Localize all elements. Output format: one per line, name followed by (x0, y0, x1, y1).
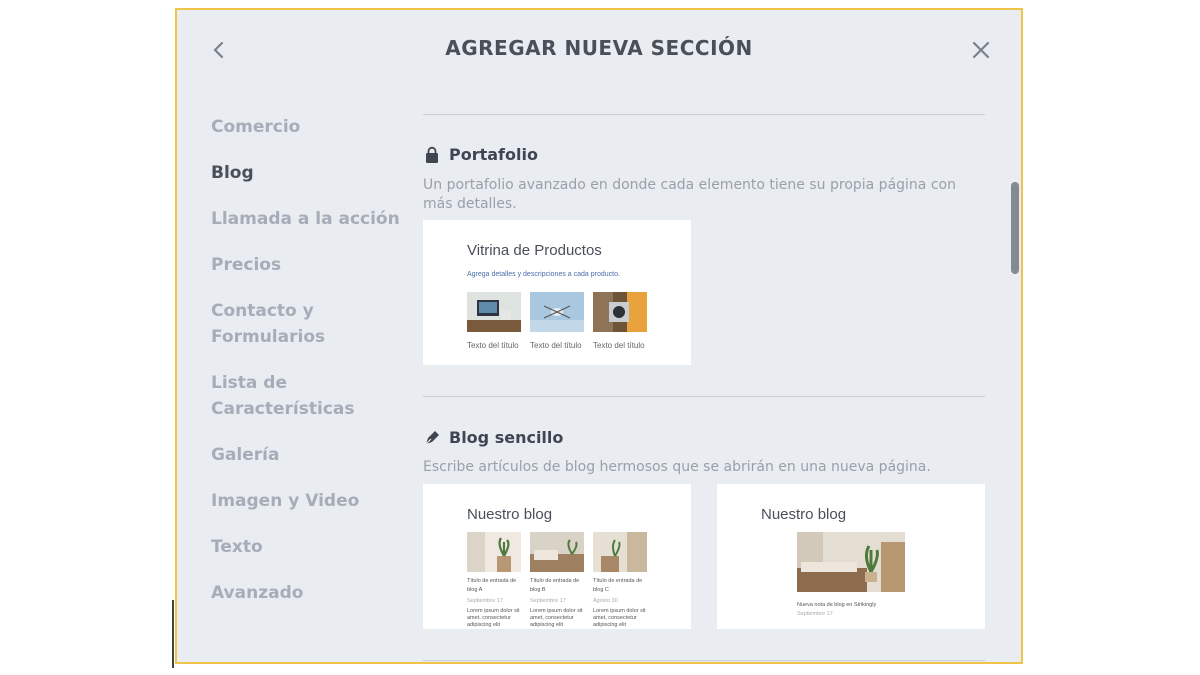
camera-image (593, 292, 647, 332)
sidebar-item-llamada-a-la-accion[interactable]: Llamada a la acción (211, 206, 401, 232)
tv-stand-image (467, 292, 521, 332)
sidebar-item-galeria[interactable]: Galería (211, 442, 401, 468)
portfolio-description: Un portafolio avanzado en donde cada ele… (423, 177, 956, 212)
page-edge-line (172, 600, 174, 668)
post-title-line: Título de entrada de (467, 578, 517, 584)
featured-date: Septiembre 17 (797, 611, 833, 617)
product-showcase-card[interactable]: Vitrina de Productos Agrega detalles y d… (423, 220, 691, 365)
post-excerpt: adipiscing elit (593, 622, 627, 628)
bedroom-image (530, 532, 584, 572)
post-excerpt: adipiscing elit (467, 622, 501, 628)
simple-blog-header: Blog sencillo (423, 428, 563, 447)
plant-room-image (467, 532, 521, 572)
divider (423, 660, 985, 661)
scrollbar-track[interactable] (1007, 106, 1021, 662)
post-title-line: blog A (467, 587, 483, 593)
interior-image (593, 532, 647, 572)
post-date: Septiembre 17 (530, 598, 566, 604)
card-title: Vitrina de Productos (467, 242, 602, 259)
post-date: Septiembre 17 (467, 598, 503, 604)
item-caption: Texto del título (593, 341, 645, 350)
sidebar-item-comercio[interactable]: Comercio (211, 114, 401, 140)
blog-layout-card-featured[interactable]: Nuestro blog Nueva nota de blog en Strik… (717, 484, 985, 629)
post-excerpt: adipiscing elit (530, 622, 564, 628)
item-caption: Texto del título (467, 341, 519, 350)
card-title: Nuestro blog (467, 506, 553, 523)
portfolio-title: Portafolio (449, 145, 538, 164)
divider (423, 114, 985, 115)
portfolio-header: Portafolio (423, 145, 538, 164)
post-title-line: blog C (593, 587, 609, 593)
sidebar-item-blog[interactable]: Blog (211, 160, 401, 186)
item-caption: Texto del título (530, 341, 582, 350)
lock-icon (423, 146, 441, 164)
post-title-line: Título de entrada de (530, 578, 580, 584)
sidebar-item-caracteristicas[interactable]: Lista de Características (211, 370, 371, 422)
blog-layout-card-grid[interactable]: Nuestro blog Título de entrada de blog A… (423, 484, 691, 629)
featured-bedroom-image (797, 532, 905, 592)
post-date: Agosto 30 (593, 598, 618, 604)
card-title: Nuestro blog (761, 506, 847, 523)
sidebar-item-precios[interactable]: Precios (211, 252, 401, 278)
sidebar-item-contacto[interactable]: Contacto y Formularios (211, 298, 331, 350)
simple-blog-description: Escribe artículos de blog hermosos que s… (423, 459, 931, 475)
section-list: Portafolio Un portafolio avanzado en don… (423, 10, 985, 662)
featured-caption: Nueva nota de blog en Strikingly (797, 602, 877, 608)
card-subtitle: Agrega detalles y descripciones a cada p… (467, 271, 620, 278)
simple-blog-title: Blog sencillo (449, 428, 564, 447)
sidebar-item-imagen-video[interactable]: Imagen y Video (211, 488, 401, 514)
add-section-modal: AGREGAR NUEVA SECCIÓN Comercio Blog Llam… (175, 8, 1023, 664)
post-title-line: Título de entrada de (593, 578, 643, 584)
category-sidebar: Comercio Blog Llamada a la acción Precio… (211, 114, 401, 626)
post-title-line: blog B (530, 587, 546, 593)
sidebar-item-texto[interactable]: Texto (211, 534, 401, 560)
divider (423, 396, 985, 397)
scrollbar-thumb[interactable] (1011, 182, 1019, 274)
pen-icon (423, 429, 441, 447)
drone-image (530, 292, 584, 332)
sidebar-item-avanzado[interactable]: Avanzado (211, 580, 401, 606)
